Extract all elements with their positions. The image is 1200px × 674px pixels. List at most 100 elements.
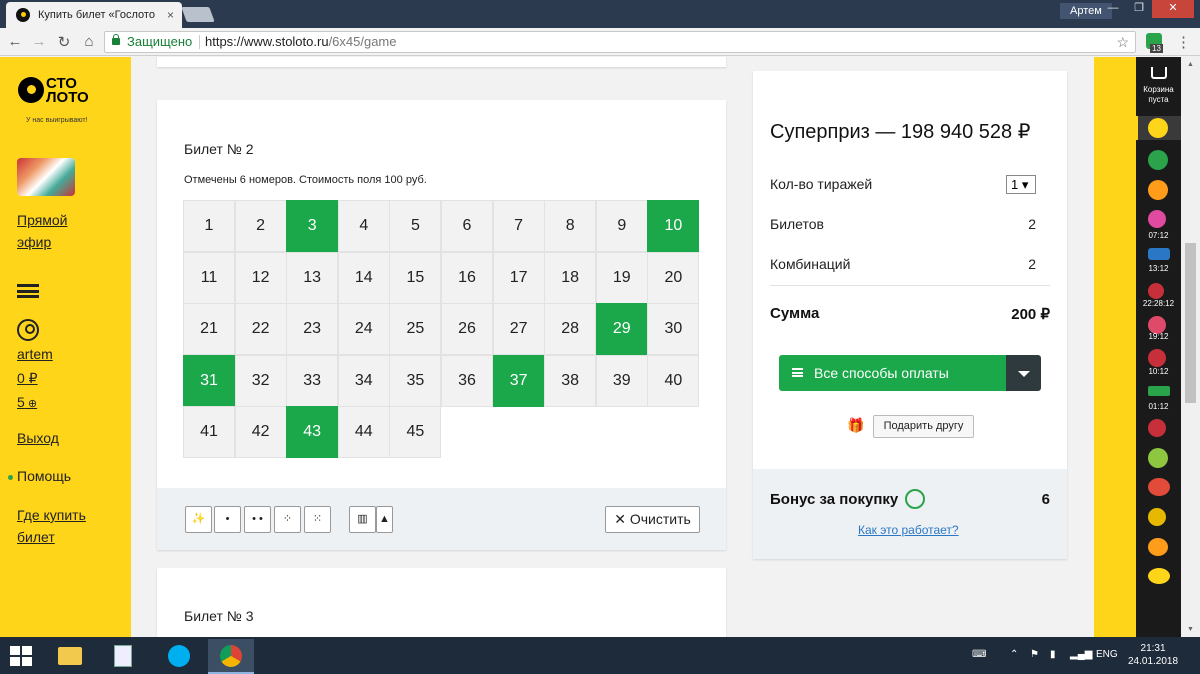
close-window-button[interactable]: ✕ (1152, 0, 1194, 18)
stats-toggle-button[interactable]: ▲ (376, 506, 393, 533)
number-cell[interactable]: 8 (544, 200, 597, 252)
pattern-4-button[interactable]: ⁙ (304, 506, 331, 533)
chrome-task[interactable] (208, 639, 254, 674)
number-cell[interactable]: 30 (647, 303, 700, 356)
pattern-3-button[interactable]: ⁘ (274, 506, 301, 533)
keyboard-icon[interactable]: ⌨ (972, 649, 986, 660)
stoloto-logo-icon[interactable] (18, 77, 44, 103)
number-cell[interactable]: 33 (286, 354, 339, 407)
game-x2-icon[interactable] (1148, 283, 1164, 299)
back-button[interactable]: ← (6, 33, 24, 50)
game-5x36-icon[interactable] (1148, 150, 1168, 170)
game-rapido-icon[interactable] (1148, 210, 1166, 228)
browser-tab[interactable]: Купить билет «Гослото × (6, 2, 182, 28)
pattern-1-button[interactable]: • (214, 506, 241, 533)
logo-text[interactable]: СТО ЛОТО (46, 76, 89, 105)
balance-link[interactable]: 0 ₽ (17, 370, 38, 387)
language-indicator[interactable]: ENG (1096, 649, 1118, 660)
reload-button[interactable]: ↻ (55, 33, 73, 51)
number-cell[interactable]: 18 (544, 251, 597, 304)
url-text[interactable]: https://www.stoloto.ru/6x45/game (205, 32, 397, 52)
game-6x45-icon[interactable] (1148, 118, 1168, 138)
browser-menu-icon[interactable]: ⋮ (1176, 33, 1191, 51)
scroll-thumb[interactable] (1185, 243, 1196, 403)
number-cell[interactable]: 25 (389, 303, 442, 356)
how-it-works-link[interactable]: Как это работает? (858, 523, 959, 537)
minimize-button[interactable]: — (1100, 0, 1126, 18)
draws-select[interactable]: 1 ▾ (1006, 175, 1036, 194)
cart-status[interactable]: Корзина пуста (1136, 85, 1181, 105)
scroll-up-icon[interactable]: ▲ (1185, 61, 1196, 68)
number-cell[interactable]: 5 (389, 200, 442, 252)
number-cell[interactable]: 7 (492, 200, 545, 252)
magic-wand-button[interactable]: ✨ (185, 506, 212, 533)
number-cell[interactable]: 2 (234, 200, 287, 252)
tray-up-icon[interactable]: ⌃ (1010, 649, 1018, 660)
number-cell[interactable]: 9 (595, 200, 648, 252)
live-stream-thumbnail[interactable] (17, 158, 75, 196)
number-cell[interactable]: 15 (389, 251, 442, 304)
page-scrollbar[interactable]: ▲ ▼ (1181, 57, 1200, 637)
number-cell[interactable]: 20 (647, 251, 700, 304)
number-cell[interactable]: 26 (441, 303, 493, 356)
number-cell[interactable]: 12 (234, 251, 287, 304)
gift-friend-button[interactable]: Подарить другу (873, 415, 974, 438)
number-cell[interactable]: 21 (183, 303, 235, 356)
menu-hamburger-icon[interactable] (17, 284, 39, 298)
number-cell[interactable]: 6 (441, 200, 493, 252)
where-buy-line2[interactable]: билет (17, 529, 55, 545)
number-cell[interactable]: 32 (234, 354, 287, 407)
clear-button[interactable]: ✕ Очистить (605, 506, 700, 533)
cart-icon[interactable] (1151, 67, 1167, 79)
new-tab-button[interactable] (181, 7, 215, 22)
number-cell[interactable]: 36 (441, 354, 493, 407)
forward-button[interactable]: → (30, 33, 48, 50)
pay-dropdown-chevron-icon[interactable] (1006, 355, 1041, 391)
number-cell[interactable]: 23 (286, 303, 339, 356)
game-4x20-icon[interactable] (1148, 180, 1168, 200)
number-cell[interactable]: 22 (234, 303, 287, 356)
address-bar[interactable]: Защищено https://www.stoloto.ru/6x45/gam… (104, 31, 1136, 53)
number-cell[interactable]: 34 (337, 354, 390, 407)
number-cell[interactable]: 43 (286, 406, 339, 459)
bonus-link[interactable]: 5 ⊕ (17, 394, 37, 410)
game-rusloto-icon[interactable] (1148, 478, 1170, 496)
live-link-line1[interactable]: Прямой (17, 212, 68, 228)
clock[interactable]: 21:31 24.01.2018 (1128, 642, 1178, 668)
bookmark-star-icon[interactable]: ☆ (1116, 32, 1129, 52)
number-cell[interactable]: 24 (337, 303, 390, 356)
explorer-task[interactable] (46, 639, 92, 674)
number-cell[interactable]: 27 (492, 303, 545, 356)
home-button[interactable]: ⌂ (80, 33, 98, 50)
number-cell[interactable]: 3 (286, 200, 339, 252)
number-cell[interactable]: 31 (183, 354, 235, 407)
user-icon[interactable] (17, 319, 39, 341)
help-link[interactable]: Помощь (17, 468, 71, 484)
logout-link[interactable]: Выход (17, 430, 59, 446)
username-link[interactable]: artem (17, 346, 53, 362)
pay-all-methods-button[interactable]: Все способы оплаты (779, 355, 1006, 391)
number-cell[interactable]: 35 (389, 354, 442, 407)
battery-icon[interactable]: ▮ (1050, 649, 1056, 660)
flag-icon[interactable]: ⚑ (1030, 649, 1039, 660)
number-cell[interactable]: 19 (595, 251, 648, 304)
pattern-2-button[interactable]: • • (244, 506, 271, 533)
skype-task[interactable] (155, 639, 201, 674)
game-1x9-icon[interactable] (1148, 538, 1168, 556)
number-cell[interactable]: 28 (544, 303, 597, 356)
number-cell[interactable]: 44 (337, 406, 390, 459)
start-windows-icon[interactable] (10, 646, 32, 666)
network-icon[interactable]: ▂▄▆ (1070, 649, 1092, 660)
notepad-task[interactable] (100, 639, 146, 674)
where-buy-line1[interactable]: Где купить (17, 507, 86, 523)
number-cell[interactable]: 40 (647, 354, 700, 407)
game-12x24-icon[interactable] (1148, 248, 1170, 260)
number-cell[interactable]: 37 (492, 354, 545, 407)
stats-chart-button[interactable]: ▥ (349, 506, 376, 533)
number-cell[interactable]: 1 (183, 200, 235, 252)
game-3-icon[interactable] (1148, 349, 1166, 367)
game-keno-icon[interactable] (1148, 386, 1170, 396)
number-cell[interactable]: 17 (492, 251, 545, 304)
game-zhilishnaya-icon[interactable] (1148, 448, 1168, 468)
number-cell[interactable]: 10 (647, 200, 700, 252)
